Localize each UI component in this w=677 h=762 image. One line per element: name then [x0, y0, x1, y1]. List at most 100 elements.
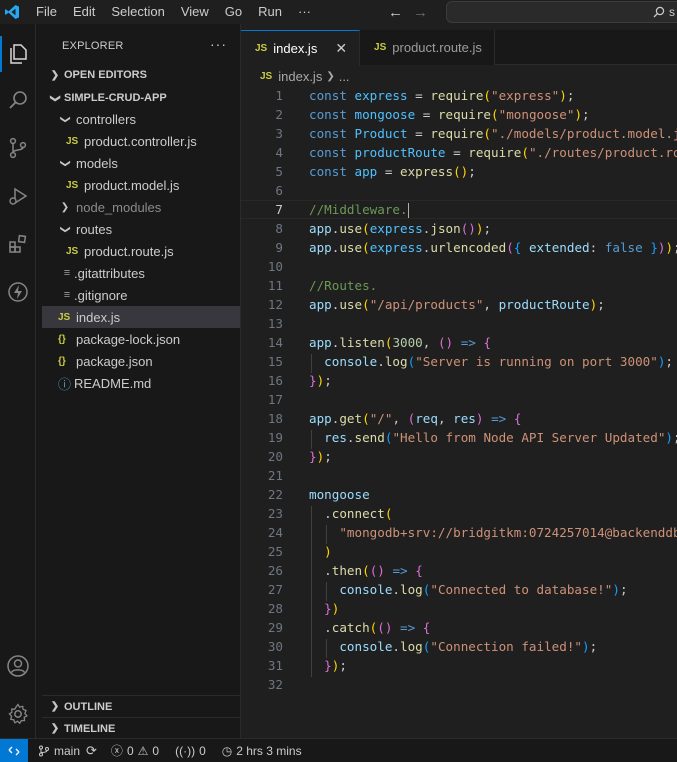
code-line: 26 .then(() => { — [267, 563, 423, 578]
editor-tabs: JS index.js ✕ JS product.route.js — [241, 30, 677, 66]
javascript-file-icon: JS — [66, 135, 79, 147]
tree-folder-routes[interactable]: ❯ routes — [42, 218, 240, 240]
code-editor[interactable]: 1 const express = require("express"); 2 co… — [241, 86, 677, 738]
tree-file-package-json[interactable]: {} package.json — [42, 350, 240, 372]
forward-arrow-icon[interactable]: → — [413, 4, 428, 21]
account-icon[interactable] — [0, 648, 36, 684]
activity-bar — [0, 24, 36, 738]
code-line-current: 7//Middleware. — [241, 200, 677, 219]
sync-icon[interactable]: ⟳ — [86, 743, 97, 759]
menu-file[interactable]: File — [28, 0, 65, 24]
menu-selection[interactable]: Selection — [103, 0, 172, 24]
tree-folder-controllers[interactable]: ❯ controllers — [42, 108, 240, 130]
tab-product-route-js[interactable]: JS product.route.js — [360, 30, 495, 65]
chevron-right-icon: ❯ — [50, 701, 60, 712]
tree-file-product-route[interactable]: JS product.route.js — [42, 240, 240, 262]
code-line: 3 const Product = require("./models/produ… — [275, 126, 677, 141]
explorer-title: EXPLORER — [62, 40, 124, 52]
error-icon: ⓧ — [110, 744, 123, 758]
javascript-file-icon: JS — [66, 179, 79, 191]
search-icon — [653, 6, 665, 18]
command-center-search[interactable]: s — [446, 1, 677, 23]
javascript-file-icon: JS — [66, 245, 79, 257]
settings-gear-icon[interactable] — [0, 696, 36, 732]
code-line: 1 const express = require("express"); — [275, 88, 575, 103]
javascript-file-icon: JS — [58, 311, 71, 323]
breadcrumb: JS index.js ❯ ... — [260, 66, 350, 86]
json-file-icon: {} — [58, 355, 66, 367]
tree-file-product-model[interactable]: JS product.model.js — [42, 174, 240, 196]
extensions-icon[interactable] — [0, 226, 36, 262]
code-line: 19 res.send("Hello from Node API Server … — [267, 430, 677, 445]
code-line: 20}); — [267, 449, 332, 464]
code-line: 24 "mongodb+srv://bridgitkm:0724257014@b… — [267, 525, 677, 540]
breadcrumb-file[interactable]: index.js — [278, 69, 322, 84]
explorer-more-button[interactable]: ··· — [210, 36, 227, 52]
code-line: 8 app.use(express.json()); — [275, 221, 492, 236]
tab-index-js[interactable]: JS index.js ✕ — [241, 30, 361, 66]
chevron-right-icon: ❯ — [50, 69, 60, 81]
code-line: 14 app.listen(3000, () => { — [267, 335, 492, 350]
tree-file-gitattributes[interactable]: ≡ .gitattributes — [42, 262, 240, 284]
timeline-section[interactable]: ❯ TIMELINE — [42, 717, 240, 739]
search-icon[interactable] — [0, 82, 36, 118]
close-icon[interactable]: ✕ — [335, 40, 347, 57]
javascript-file-icon: JS — [374, 42, 387, 53]
code-line: 6 — [275, 183, 283, 198]
code-line: 18 app.get("/", (req, res) => { — [267, 411, 522, 426]
code-line: 15 console.log("Server is running on por… — [267, 354, 674, 369]
menu-more[interactable]: ··· — [290, 0, 319, 24]
title-bar: File Edit Selection View Go Run ··· ← → … — [0, 0, 677, 24]
broadcast-icon: ((·)) — [175, 743, 196, 758]
project-folder[interactable]: ❯ SIMPLE-CRUD-APP — [42, 87, 240, 109]
code-line: 5 const app = express(); — [275, 164, 476, 179]
remote-indicator-icon[interactable] — [0, 738, 28, 762]
tree-file-readme[interactable]: ⓘ README.md — [42, 372, 240, 394]
explorer-files-icon[interactable] — [0, 36, 36, 72]
lightning-icon[interactable] — [0, 274, 36, 310]
menu-view[interactable]: View — [173, 0, 217, 24]
back-arrow-icon[interactable]: ← — [388, 4, 403, 21]
code-line: 13 — [267, 316, 283, 331]
run-debug-icon[interactable] — [0, 178, 36, 214]
breadcrumb-rest[interactable]: ... — [339, 69, 350, 84]
settings-file-icon: ≡ — [63, 289, 71, 301]
vscode-logo-icon — [0, 0, 24, 24]
tree-folder-node-modules[interactable]: ❯ node_modules — [42, 196, 240, 218]
code-line: 16}); — [267, 373, 332, 388]
clock-icon: ◷ — [221, 743, 233, 758]
tree-file-package-lock[interactable]: {} package-lock.json — [42, 328, 240, 350]
tree-file-product-controller[interactable]: JS product.controller.js — [42, 130, 240, 152]
git-branch-icon — [39, 745, 49, 756]
warning-icon: ⚠ — [137, 743, 149, 758]
code-line: 2 const mongoose = require("mongoose"); — [275, 107, 590, 122]
chevron-right-icon: ❯ — [60, 201, 70, 213]
outline-section[interactable]: ❯ OUTLINE — [42, 695, 240, 717]
chevron-down-icon: ❯ — [59, 158, 71, 168]
javascript-file-icon: JS — [255, 43, 268, 54]
code-line: 30 console.log("Connection failed!"); — [267, 639, 598, 654]
tree-file-index-js[interactable]: JS index.js — [42, 306, 240, 328]
code-line: 25 ) — [267, 544, 332, 559]
info-file-icon: ⓘ — [58, 376, 72, 392]
chevron-down-icon: ❯ — [59, 114, 71, 124]
source-control-icon[interactable] — [0, 130, 36, 166]
menu-run[interactable]: Run — [250, 0, 290, 24]
tree-file-gitignore[interactable]: ≡ .gitignore — [42, 284, 240, 306]
status-bar: main ⟳ ⓧ 0 ⚠ 0 ((·)) 0 ◷ 2 hrs 3 mins — [0, 738, 677, 762]
ports-indicator[interactable]: ((·)) 0 — [175, 744, 206, 758]
code-line: 17 — [267, 392, 283, 407]
tree-folder-models[interactable]: ❯ models — [42, 152, 240, 174]
problems-indicator[interactable]: ⓧ 0 ⚠ 0 — [111, 742, 159, 759]
code-line: 4 const productRoute = require("./routes/… — [275, 145, 677, 160]
code-line: 12 app.use("/api/products", productRoute)… — [267, 297, 605, 312]
code-line: 28 }) — [267, 601, 340, 616]
menu-edit[interactable]: Edit — [65, 0, 103, 24]
time-tracker[interactable]: ◷ 2 hrs 3 mins — [222, 744, 302, 758]
branch-indicator[interactable]: main ⟳ — [38, 743, 97, 759]
open-editors-section[interactable]: ❯ OPEN EDITORS — [42, 64, 240, 86]
chevron-right-icon: ❯ — [50, 723, 60, 734]
code-line: 9 app.use(express.urlencoded({ extended: … — [275, 240, 677, 255]
menu-go[interactable]: Go — [217, 0, 250, 24]
code-line: 10 — [267, 259, 283, 274]
